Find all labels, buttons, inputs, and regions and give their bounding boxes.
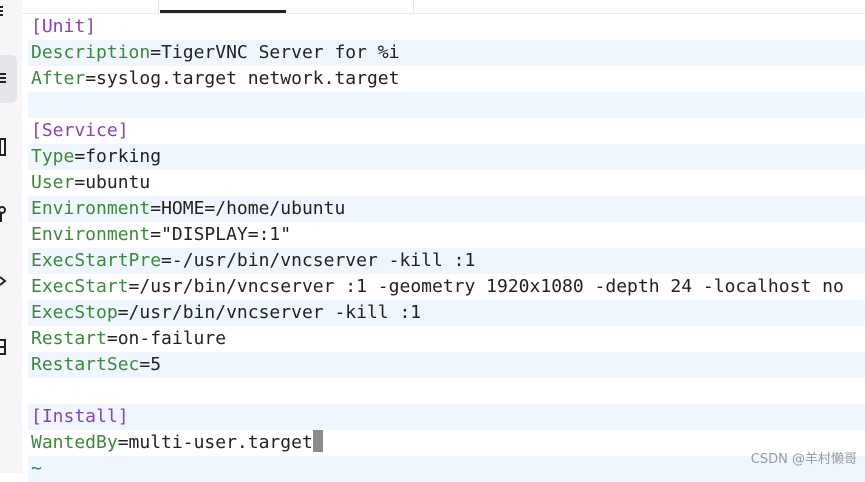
menu-icon[interactable] bbox=[0, 5, 8, 20]
tab-separator bbox=[413, 0, 414, 14]
config-key: ExecStart bbox=[31, 276, 129, 297]
equals-sign: = bbox=[117, 432, 129, 453]
config-key: RestartSec bbox=[31, 354, 140, 375]
equals-sign: = bbox=[74, 146, 86, 167]
config-key: Environment bbox=[31, 224, 151, 245]
line-text: [Install] bbox=[28, 406, 129, 427]
section-header: [Install] bbox=[31, 406, 129, 427]
config-key: After bbox=[31, 68, 86, 89]
config-value: on-failure bbox=[117, 328, 227, 349]
editor-line[interactable]: RestartSec=5 bbox=[28, 352, 865, 378]
editor-line[interactable]: Restart=on-failure bbox=[28, 326, 865, 352]
config-value: 5 bbox=[150, 354, 162, 375]
equals-sign: = bbox=[106, 328, 118, 349]
tab-separator bbox=[158, 0, 159, 14]
editor-line[interactable]: ExecStart=/usr/bin/vncserver :1 -geometr… bbox=[28, 274, 865, 300]
line-text: Restart=on-failure bbox=[28, 328, 226, 349]
equals-sign: = bbox=[117, 302, 129, 323]
left-sidebar bbox=[0, 0, 22, 473]
line-text: After=syslog.target network.target bbox=[28, 68, 399, 89]
line-text: WantedBy=multi-user.target bbox=[28, 430, 323, 453]
line-text: User=ubuntu bbox=[28, 172, 150, 193]
editor-line[interactable]: WantedBy=multi-user.target bbox=[28, 430, 865, 456]
section-header: [Unit] bbox=[31, 16, 97, 37]
config-value: forking bbox=[85, 146, 162, 167]
config-key: Description bbox=[31, 42, 151, 63]
editor-line[interactable] bbox=[28, 92, 865, 118]
line-text: [Service] bbox=[28, 120, 129, 141]
file-icon[interactable] bbox=[0, 138, 8, 159]
editor-line[interactable]: [Install] bbox=[28, 404, 865, 430]
editor-line[interactable]: ~ bbox=[28, 456, 865, 482]
watermark: CSDN @羊村懒哥 bbox=[750, 452, 857, 467]
config-key: Restart bbox=[31, 328, 107, 349]
config-value: /usr/bin/vncserver :1 -geometry 1920x108… bbox=[139, 276, 844, 297]
text-editor[interactable]: [Unit] Description=TigerVNC Server for %i… bbox=[28, 14, 865, 482]
config-value: /usr/bin/vncserver -kill :1 bbox=[128, 302, 422, 323]
line-text bbox=[28, 94, 31, 115]
line-text: ExecStartPre=-/usr/bin/vncserver -kill :… bbox=[28, 250, 475, 271]
menu-icon[interactable] bbox=[0, 71, 8, 88]
config-key: Type bbox=[31, 146, 75, 167]
tab-bar bbox=[0, 0, 865, 14]
line-text: Description=TigerVNC Server for %i bbox=[28, 42, 399, 63]
config-value: syslog.target network.target bbox=[96, 68, 400, 89]
equals-sign: = bbox=[161, 250, 172, 271]
line-text bbox=[28, 380, 31, 401]
line-text: ~ bbox=[28, 458, 42, 479]
line-text: ExecStop=/usr/bin/vncserver -kill :1 bbox=[28, 302, 421, 323]
config-value: TigerVNC Server for %i bbox=[161, 42, 400, 63]
editor-line[interactable]: [Unit] bbox=[28, 14, 865, 40]
editor-line[interactable]: [Service] bbox=[28, 118, 865, 144]
equals-sign: = bbox=[150, 42, 162, 63]
config-key: User bbox=[31, 172, 75, 193]
arrow-icon[interactable] bbox=[0, 274, 8, 291]
line-text: ExecStart=/usr/bin/vncserver :1 -geometr… bbox=[28, 276, 844, 297]
editor-line[interactable]: Type=forking bbox=[28, 144, 865, 170]
config-value: ubuntu bbox=[85, 172, 151, 193]
equals-sign: = bbox=[74, 172, 86, 193]
equals-sign: = bbox=[128, 276, 140, 297]
line-text: Environment="DISPLAY=:1" bbox=[28, 224, 291, 245]
line-text: RestartSec=5 bbox=[28, 354, 161, 375]
editor-line[interactable]: ExecStartPre=-/usr/bin/vncserver -kill :… bbox=[28, 248, 865, 274]
equals-sign: = bbox=[85, 68, 97, 89]
editor-line[interactable]: ExecStop=/usr/bin/vncserver -kill :1 bbox=[28, 300, 865, 326]
section-header: [Service] bbox=[31, 120, 129, 141]
terminal-icon[interactable] bbox=[0, 338, 8, 361]
config-value: -/usr/bin/vncserver -kill :1 bbox=[171, 250, 476, 271]
config-value: HOME=/home/ubuntu bbox=[161, 198, 346, 219]
config-value: multi-user.target bbox=[128, 432, 313, 453]
editor-line[interactable] bbox=[28, 378, 865, 404]
line-text: [Unit] bbox=[28, 16, 96, 37]
equals-sign: = bbox=[150, 198, 162, 219]
text-cursor bbox=[312, 430, 323, 452]
equals-sign: = bbox=[150, 224, 162, 245]
editor-line[interactable]: Description=TigerVNC Server for %i bbox=[28, 40, 865, 66]
editor-line[interactable]: Environment="DISPLAY=:1" bbox=[28, 222, 865, 248]
config-key: Environment bbox=[31, 198, 151, 219]
line-text: Environment=HOME=/home/ubuntu bbox=[28, 198, 345, 219]
equals-sign: = bbox=[139, 354, 151, 375]
editor-line[interactable]: User=ubuntu bbox=[28, 170, 865, 196]
key-icon[interactable] bbox=[0, 205, 8, 226]
editor-line[interactable]: Environment=HOME=/home/ubuntu bbox=[28, 196, 865, 222]
empty-line-marker: ~ bbox=[31, 458, 42, 479]
editor-line[interactable]: After=syslog.target network.target bbox=[28, 66, 865, 92]
config-key: ExecStartPre bbox=[31, 250, 162, 271]
config-key: ExecStop bbox=[31, 302, 118, 323]
config-value: "DISPLAY=:1" bbox=[161, 224, 292, 245]
line-text: Type=forking bbox=[28, 146, 161, 167]
config-key: WantedBy bbox=[31, 432, 118, 453]
